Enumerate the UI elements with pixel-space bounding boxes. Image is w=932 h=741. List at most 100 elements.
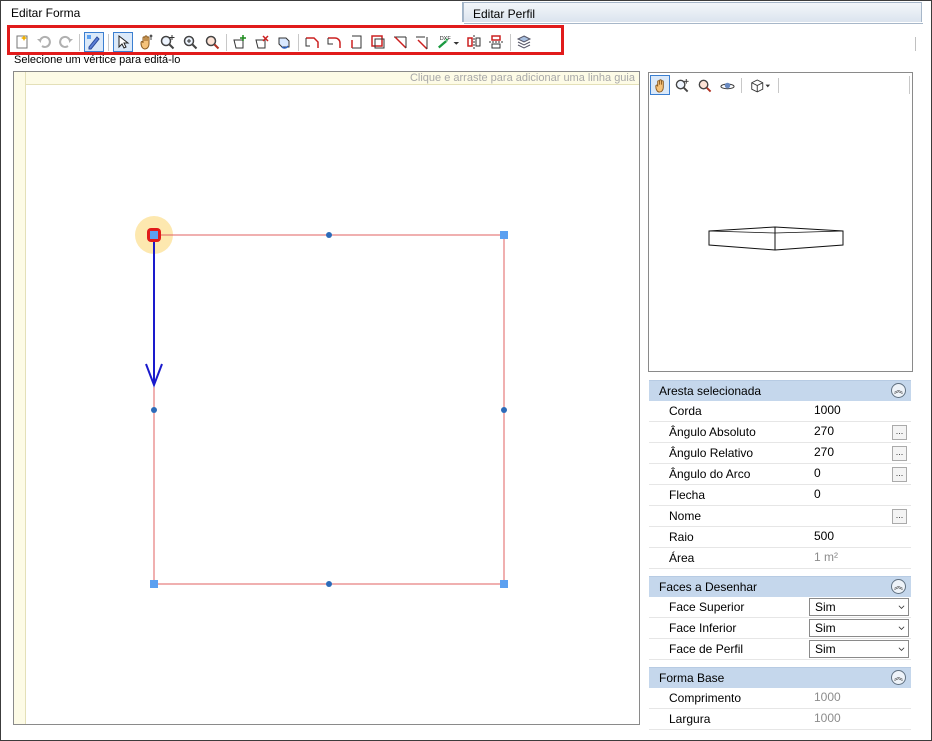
- property-label: Ângulo do Arco: [669, 467, 751, 481]
- property-row-largura: Largura 1000: [649, 709, 911, 730]
- chevron-down-icon: [898, 626, 905, 630]
- rotate-icon[interactable]: [275, 33, 293, 51]
- select-pointer-icon[interactable]: [113, 32, 133, 52]
- midpoint-handle[interactable]: [501, 407, 507, 413]
- section-header[interactable]: Forma Base ︽: [649, 667, 911, 688]
- collapse-icon[interactable]: ︽: [891, 670, 906, 685]
- vertex-handle[interactable]: [500, 231, 508, 239]
- pan-hand-icon[interactable]: [137, 33, 155, 51]
- property-label: Corda: [669, 404, 702, 418]
- property-label: Ângulo Absoluto: [669, 425, 756, 439]
- toolbar-separator: [108, 34, 109, 51]
- property-value: 1000: [814, 690, 841, 704]
- property-row-face-superior[interactable]: Face Superior Sim: [649, 597, 911, 618]
- property-row-angulo-do-arco[interactable]: Ângulo do Arco 0 ...: [649, 464, 911, 485]
- mirror-vertical-icon[interactable]: [487, 33, 505, 51]
- preview-3d-model: [708, 226, 844, 251]
- mirror-horizontal-icon[interactable]: [465, 33, 483, 51]
- property-row-raio[interactable]: Raio 500: [649, 527, 911, 548]
- midpoint-handle[interactable]: [326, 581, 332, 587]
- collapse-icon[interactable]: ︽: [891, 383, 906, 398]
- add-vertex-icon[interactable]: [231, 33, 249, 51]
- face-de-perfil-dropdown[interactable]: Sim: [809, 640, 909, 658]
- property-row-angulo-absoluto[interactable]: Ângulo Absoluto 270 ...: [649, 422, 911, 443]
- section-header[interactable]: Faces a Desenhar ︽: [649, 576, 911, 597]
- undo-icon[interactable]: [35, 33, 53, 51]
- toolbar-separator: [79, 34, 80, 51]
- property-label: Ângulo Relativo: [669, 446, 754, 460]
- extend-icon[interactable]: [413, 33, 431, 51]
- property-row-angulo-relativo[interactable]: Ângulo Relativo 270 ...: [649, 443, 911, 464]
- midpoint-handle[interactable]: [326, 232, 332, 238]
- zoom-extents-icon[interactable]: [181, 33, 199, 51]
- ellipsis-button[interactable]: ...: [892, 509, 907, 524]
- ellipsis-button[interactable]: ...: [892, 467, 907, 482]
- tab-divider: [464, 23, 923, 24]
- zoom-in-icon[interactable]: [159, 33, 177, 51]
- offset-icon[interactable]: [369, 33, 387, 51]
- property-value[interactable]: 270: [814, 424, 834, 438]
- face-superior-dropdown[interactable]: Sim: [809, 598, 909, 616]
- chevron-down-icon: [898, 605, 905, 609]
- property-row-nome[interactable]: Nome ...: [649, 506, 911, 527]
- toolbar-separator: [510, 34, 511, 51]
- vertex-handle[interactable]: [500, 580, 508, 588]
- window-frame: Editar Forma Editar Perfil DXF Selecione…: [0, 0, 932, 741]
- ellipsis-button[interactable]: ...: [892, 425, 907, 440]
- tab-editar-forma[interactable]: Editar Forma: [2, 2, 463, 22]
- edit-vertex-icon[interactable]: [84, 32, 104, 52]
- selected-vertex-inner: [150, 231, 158, 239]
- zoom-window-icon[interactable]: [203, 33, 221, 51]
- property-label: Flecha: [669, 488, 706, 502]
- shape-outline[interactable]: [153, 234, 505, 585]
- section-header[interactable]: Aresta selecionada ︽: [649, 380, 911, 401]
- property-row-face-inferior[interactable]: Face Inferior Sim: [649, 618, 911, 639]
- property-row-corda[interactable]: Corda 1000: [649, 401, 911, 422]
- chevron-down-icon: [898, 647, 905, 651]
- fillet-icon[interactable]: [325, 33, 343, 51]
- face-inferior-dropdown[interactable]: Sim: [809, 619, 909, 637]
- property-row-flecha[interactable]: Flecha 0: [649, 485, 911, 506]
- section-forma-base: Forma Base ︽ Comprimento 1000 Largura 10…: [649, 667, 911, 730]
- status-text: Selecione um vértice para editá-lo: [14, 54, 181, 66]
- shape-drawing[interactable]: [14, 72, 640, 725]
- section-title: Aresta selecionada: [659, 384, 762, 398]
- midpoint-handle[interactable]: [151, 407, 157, 413]
- property-row-area: Área 1 m²: [649, 548, 911, 569]
- tab-editar-perfil[interactable]: Editar Perfil: [463, 2, 922, 22]
- property-value[interactable]: 0: [814, 487, 821, 501]
- corner-icon[interactable]: [347, 33, 365, 51]
- property-label: Largura: [669, 712, 711, 726]
- toolbar-separator: [298, 34, 299, 51]
- property-value: 1 m²: [814, 550, 838, 564]
- property-label: Face Superior: [669, 600, 745, 614]
- collapse-icon[interactable]: ︽: [891, 579, 906, 594]
- preview-3d-panel[interactable]: [648, 72, 913, 372]
- vertex-handle[interactable]: [150, 580, 158, 588]
- trim-icon[interactable]: [391, 33, 409, 51]
- section-aresta-selecionada: Aresta selecionada ︽ Corda 1000 Ângulo A…: [649, 380, 911, 569]
- property-value[interactable]: 500: [814, 529, 834, 543]
- toolbar: DXF: [7, 25, 564, 55]
- layers-icon[interactable]: [515, 33, 533, 51]
- property-label: Face de Perfil: [669, 642, 744, 656]
- property-value[interactable]: 1000: [814, 403, 841, 417]
- property-value[interactable]: 0: [814, 466, 821, 480]
- toolbar-end-separator: [915, 37, 916, 51]
- remove-vertex-icon[interactable]: [253, 33, 271, 51]
- drawing-canvas[interactable]: Clique e arraste para adicionar uma linh…: [13, 71, 640, 725]
- property-label: Comprimento: [669, 691, 742, 705]
- dropdown-value: Sim: [815, 621, 836, 635]
- section-faces-a-desenhar: Faces a Desenhar ︽ Face Superior Sim Fac…: [649, 576, 911, 660]
- ellipsis-button[interactable]: ...: [892, 446, 907, 461]
- new-icon[interactable]: [13, 33, 31, 51]
- chamfer-icon[interactable]: [303, 33, 321, 51]
- import-dxf-icon[interactable]: DXF: [435, 33, 461, 51]
- property-row-comprimento: Comprimento 1000: [649, 688, 911, 709]
- property-grid: Aresta selecionada ︽ Corda 1000 Ângulo A…: [649, 380, 912, 730]
- redo-icon[interactable]: [57, 33, 75, 51]
- property-row-face-de-perfil[interactable]: Face de Perfil Sim: [649, 639, 911, 660]
- property-value[interactable]: 270: [814, 445, 834, 459]
- section-title: Forma Base: [659, 671, 725, 685]
- property-label: Face Inferior: [669, 621, 737, 635]
